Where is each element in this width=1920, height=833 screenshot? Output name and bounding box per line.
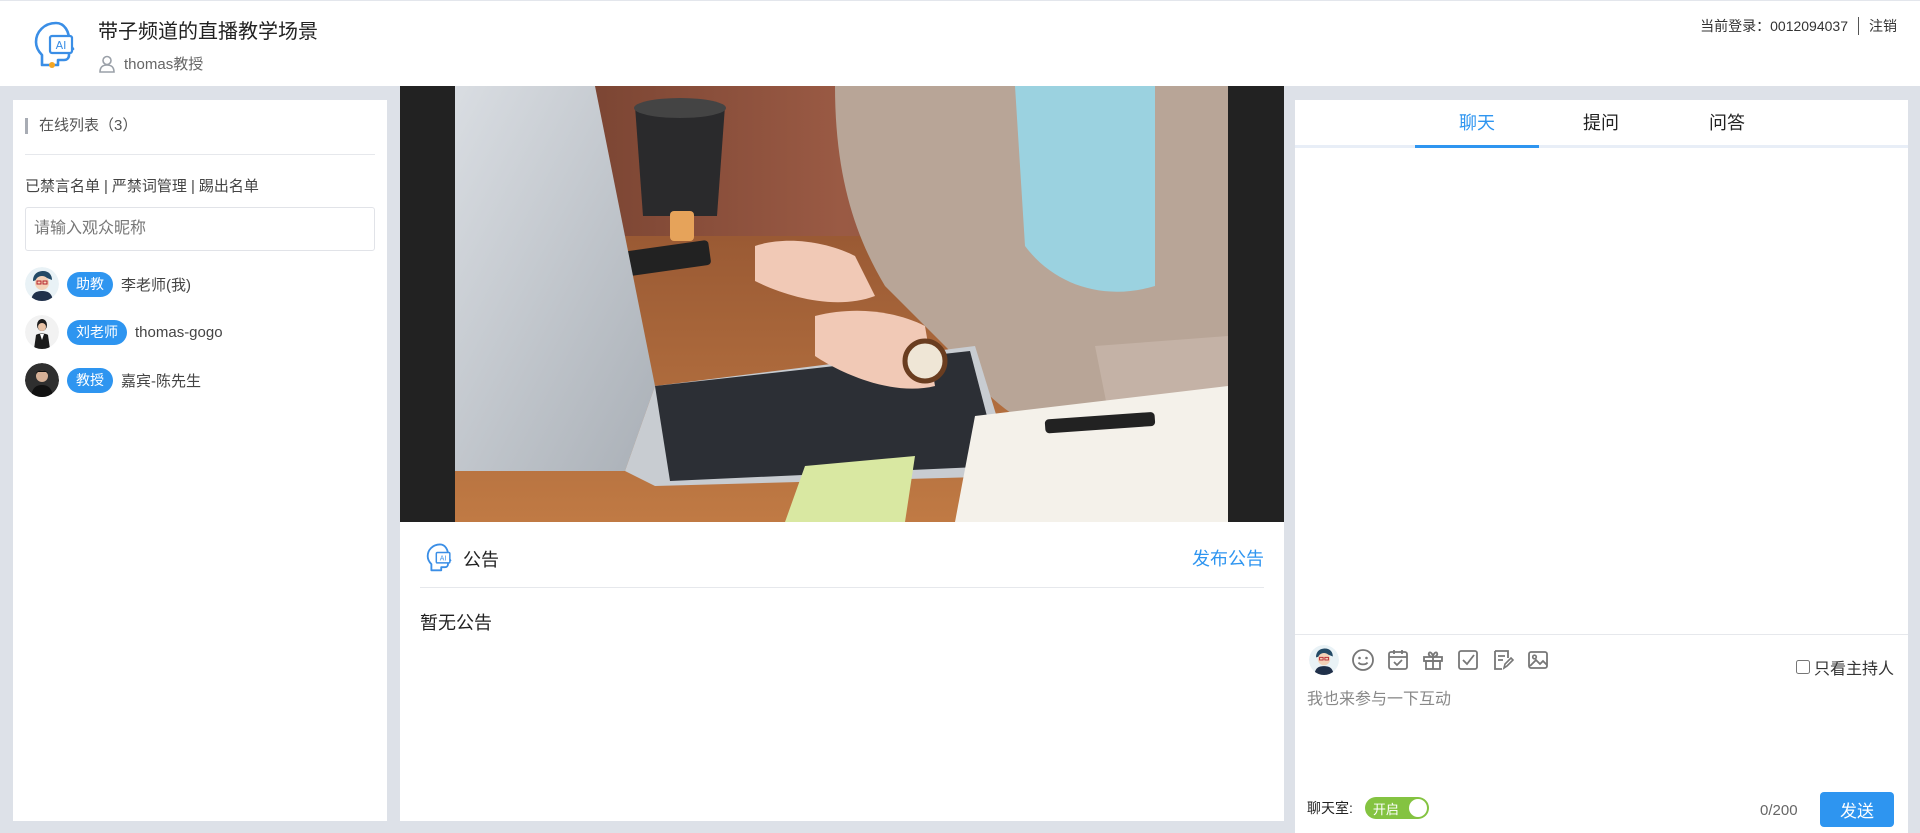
- chat-tabs: 聊天 提问 问答: [1295, 100, 1908, 148]
- send-button[interactable]: 发送: [1820, 792, 1894, 827]
- chatroom-toggle-row: 聊天室: 开启: [1307, 797, 1429, 819]
- toggle-knob: [1408, 799, 1427, 817]
- login-info: 当前登录：0012094037 注销: [1700, 16, 1897, 36]
- chat-panel: 聊天 提问 问答 只看主持人 我也来参与一下互动 聊天室: 开启 0/200 发…: [1295, 100, 1908, 833]
- user-name: 嘉宾-陈先生: [121, 372, 201, 390]
- calendar-icon[interactable]: [1384, 647, 1411, 674]
- checkin-icon[interactable]: [1454, 647, 1481, 674]
- chatroom-label: 聊天室:: [1307, 800, 1353, 816]
- image-icon[interactable]: [1524, 647, 1551, 674]
- muted-list-link[interactable]: 已禁言名单: [25, 178, 100, 195]
- gift-icon[interactable]: [1419, 647, 1446, 674]
- link-separator: |: [190, 178, 195, 195]
- logout-link[interactable]: 注销: [1869, 16, 1897, 36]
- user-name: 李老师(我): [121, 276, 191, 294]
- live-video-frame: [455, 86, 1228, 522]
- online-list-title: 在线列表（3）: [25, 116, 137, 136]
- emoji-icon[interactable]: [1349, 647, 1376, 674]
- video-player[interactable]: [400, 86, 1284, 522]
- chatroom-toggle[interactable]: 开启: [1364, 797, 1429, 819]
- online-user-list: 助教 李老师(我) 刘老师 thomas-gogo 教授 嘉宾-陈先生: [25, 260, 375, 404]
- online-list-panel: 在线列表（3） 已禁言名单|严禁词管理|踢出名单 助教 李老师(我): [13, 100, 387, 821]
- center-panel: AI 公告 发布公告 暂无公告: [400, 86, 1284, 821]
- divider: [1858, 17, 1859, 35]
- ai-head-logo-icon: AI: [426, 543, 452, 572]
- tab-chat[interactable]: 聊天: [1415, 100, 1539, 148]
- char-count: 0/200: [1760, 802, 1798, 819]
- list-item[interactable]: 助教 李老师(我): [25, 260, 375, 308]
- role-badge: 助教: [67, 271, 113, 297]
- chat-input-area: 只看主持人 聊天室: 开启 0/200 发送: [1295, 634, 1908, 833]
- current-login-label: 当前登录：0012094037: [1700, 18, 1848, 34]
- user-outline-icon: [99, 55, 115, 73]
- banned-words-link[interactable]: 严禁词管理: [112, 178, 187, 195]
- notice-panel: AI 公告 发布公告 暂无公告: [400, 522, 1284, 821]
- host-only-filter[interactable]: 只看主持人: [1795, 655, 1894, 679]
- kicked-list-link[interactable]: 踢出名单: [199, 178, 259, 195]
- ai-head-logo-icon: AI: [34, 21, 75, 68]
- chat-message-input[interactable]: [1307, 685, 1896, 775]
- user-name: thomas-gogo: [135, 323, 223, 341]
- tab-ask[interactable]: 提问: [1539, 100, 1663, 148]
- list-item[interactable]: 教授 嘉宾-陈先生: [25, 356, 375, 404]
- host-only-checkbox[interactable]: [1795, 660, 1810, 674]
- notice-empty-text: 暂无公告: [420, 613, 492, 633]
- host-name: thomas教授: [124, 56, 204, 73]
- divider: [420, 587, 1264, 588]
- room-title: 带子频道的直播教学场景: [98, 21, 318, 43]
- link-separator: |: [104, 178, 108, 195]
- toggle-label: 开启: [1372, 802, 1399, 817]
- notice-title: 公告: [463, 550, 499, 570]
- top-header: AI 带子频道的直播教学场景 thomas教授 当前登录：0012094037 …: [0, 0, 1920, 86]
- svg-text:AI: AI: [440, 554, 447, 562]
- list-item[interactable]: 刘老师 thomas-gogo: [25, 308, 375, 356]
- management-links: 已禁言名单 | 严禁词管理 | 踢出名单: [25, 175, 259, 196]
- chat-toolbar: [1309, 645, 1551, 675]
- avatar: [25, 315, 59, 349]
- publish-notice-button[interactable]: 发布公告: [1192, 545, 1264, 571]
- role-badge: 教授: [67, 367, 113, 393]
- host-only-label: 只看主持人: [1813, 661, 1894, 678]
- avatar: [25, 363, 59, 397]
- host-info: thomas教授: [98, 53, 203, 74]
- svg-text:AI: AI: [56, 39, 67, 52]
- divider: [25, 154, 375, 155]
- avatar: [1309, 645, 1339, 675]
- tab-qa[interactable]: 问答: [1665, 100, 1789, 148]
- avatar: [25, 267, 59, 301]
- role-badge: 刘老师: [67, 319, 127, 345]
- chat-message-area[interactable]: [1295, 148, 1908, 634]
- audience-search-input[interactable]: [25, 207, 375, 251]
- edit-note-icon[interactable]: [1489, 647, 1516, 674]
